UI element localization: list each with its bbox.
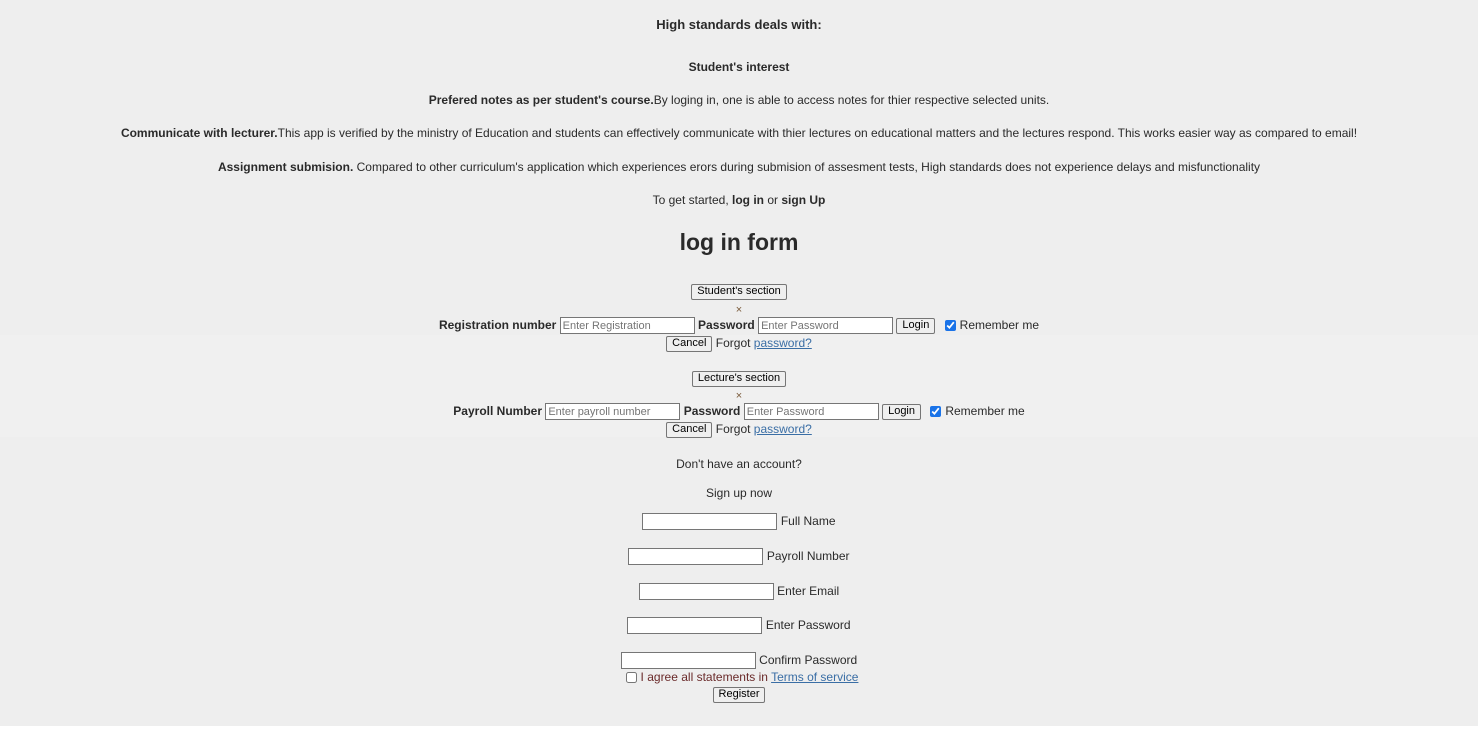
lecturer-cancel-button[interactable]: Cancel xyxy=(666,421,713,438)
student-forgot-password-link[interactable]: password? xyxy=(754,336,812,350)
lecturer-login-button[interactable]: Login xyxy=(882,403,921,420)
terms-checkbox[interactable] xyxy=(625,672,637,684)
password-label: Password xyxy=(698,318,755,332)
student-login-row: Registration number Password Login Remem… xyxy=(0,317,1478,335)
registration-input[interactable] xyxy=(559,317,695,335)
lecturer-password-input[interactable] xyxy=(743,403,879,421)
intro-point-assignment: Assignment submision. Compared to other … xyxy=(217,160,1261,174)
student-login-button[interactable]: Login xyxy=(896,317,936,334)
lecturer-remember-checkbox[interactable] xyxy=(930,406,942,418)
get-started-text: To get started, log in or sign Up xyxy=(652,193,826,207)
login-link[interactable]: log in xyxy=(732,193,764,207)
payroll-label: Payroll Number xyxy=(453,404,542,418)
email-label: Enter Email xyxy=(777,584,840,598)
full-name-label: Full Name xyxy=(780,514,836,528)
intro-point-notes: Prefered notes as per student's course.B… xyxy=(428,93,1050,107)
student-password-input[interactable] xyxy=(758,317,894,335)
intro-subheading: Student's interest xyxy=(688,60,790,74)
intro-heading: High standards deals with: xyxy=(656,17,822,32)
agree-text: I agree all statements in xyxy=(640,670,772,684)
student-remember-checkbox[interactable] xyxy=(944,320,956,332)
students-section-button[interactable]: Student's section xyxy=(691,283,787,300)
login-form-title: log in form xyxy=(679,229,799,255)
lecturer-forgot-password-link[interactable]: password? xyxy=(754,422,812,436)
close-icon[interactable]: × xyxy=(0,302,1478,318)
email-input[interactable] xyxy=(638,583,774,601)
lectures-section-button[interactable]: Lecture's section xyxy=(691,370,787,387)
signup-payroll-input[interactable] xyxy=(628,548,764,566)
payroll-number-label: Payroll Number xyxy=(766,549,850,563)
terms-of-service-link[interactable]: Terms of service xyxy=(771,670,858,684)
password-label: Enter Password xyxy=(765,618,851,632)
confirm-password-label: Confirm Password xyxy=(759,653,858,667)
forgot-text: Forgot xyxy=(715,422,754,436)
full-name-input[interactable] xyxy=(642,513,778,531)
password-label: Password xyxy=(683,404,741,418)
signup-link[interactable]: sign Up xyxy=(781,193,825,207)
forgot-text: Forgot xyxy=(715,336,754,350)
registration-label: Registration number xyxy=(438,318,557,332)
intro-point-communicate: Communicate with lecturer.This app is ve… xyxy=(120,126,1358,140)
register-button[interactable]: Register xyxy=(712,686,766,703)
signup-now-text: Sign up now xyxy=(705,486,773,500)
close-icon[interactable]: × xyxy=(0,388,1478,404)
no-account-text: Don't have an account? xyxy=(676,457,802,471)
payroll-input[interactable] xyxy=(545,403,681,421)
student-cancel-button[interactable]: Cancel xyxy=(666,335,713,352)
remember-label: Remember me xyxy=(945,404,1025,418)
remember-label: Remember me xyxy=(959,318,1040,332)
confirm-password-input[interactable] xyxy=(620,652,756,670)
signup-password-input[interactable] xyxy=(627,617,763,635)
lecturer-login-row: Payroll Number Password Login Remember m… xyxy=(0,403,1478,421)
